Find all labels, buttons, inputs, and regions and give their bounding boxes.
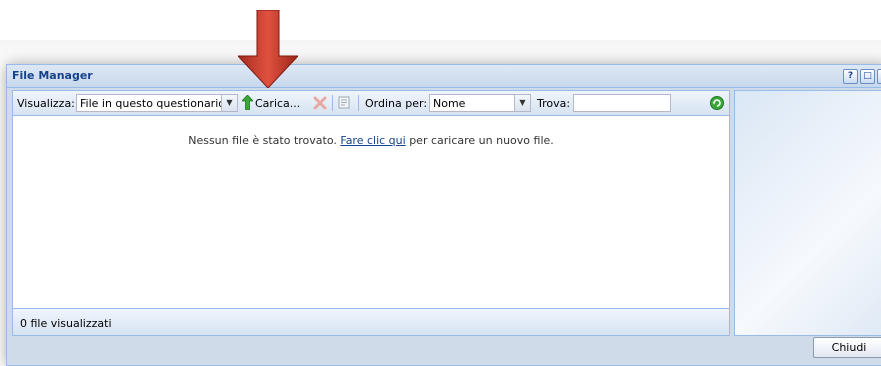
annotation-arrow-icon (238, 10, 298, 88)
help-button[interactable]: ? (843, 69, 858, 84)
delete-x-icon[interactable] (313, 96, 327, 110)
upload-arrow-icon[interactable] (242, 95, 253, 110)
preview-panel (734, 90, 881, 336)
maximize-button[interactable]: □ (860, 69, 875, 84)
window-title: File Manager (12, 69, 93, 82)
chevron-down-icon[interactable]: ▼ (221, 95, 237, 111)
find-input[interactable] (573, 94, 671, 112)
chevron-down-icon[interactable]: ▼ (514, 95, 530, 111)
toolbar-separator (358, 95, 359, 111)
refresh-icon[interactable] (710, 96, 724, 110)
view-select[interactable]: File in questo questionario ▼ (76, 94, 238, 112)
upload-button[interactable]: Carica... (255, 97, 300, 110)
upload-link[interactable]: Fare clic qui (340, 134, 405, 147)
empty-message-text: Nessun file è stato trovato. (188, 134, 337, 147)
sort-label: Ordina per: (365, 97, 428, 110)
empty-message-text-after: per caricare un nuovo file. (409, 134, 554, 147)
file-manager-window: File Manager ? □ x Visualizza: File in q… (6, 64, 881, 366)
view-label: Visualizza: (17, 97, 75, 110)
file-count-status: 0 file visualizzati (20, 317, 112, 330)
empty-message: Nessun file è stato trovato. Fare clic q… (13, 134, 729, 147)
close-button[interactable]: Chiudi (813, 337, 881, 358)
file-list-panel: Visualizza: File in questo questionario … (12, 90, 730, 336)
find-label: Trova: (537, 97, 571, 110)
sort-select[interactable]: Nome ▼ (429, 94, 531, 112)
properties-icon[interactable] (338, 96, 352, 110)
status-bar: 0 file visualizzati (13, 308, 729, 335)
file-toolbar: Visualizza: File in questo questionario … (13, 91, 729, 116)
toolbar-separator (332, 95, 333, 111)
sort-select-value: Nome (433, 97, 466, 110)
view-select-value: File in questo questionario (80, 97, 225, 110)
close-window-button[interactable]: x (877, 69, 881, 84)
window-titlebar[interactable]: File Manager ? □ x (7, 65, 881, 88)
